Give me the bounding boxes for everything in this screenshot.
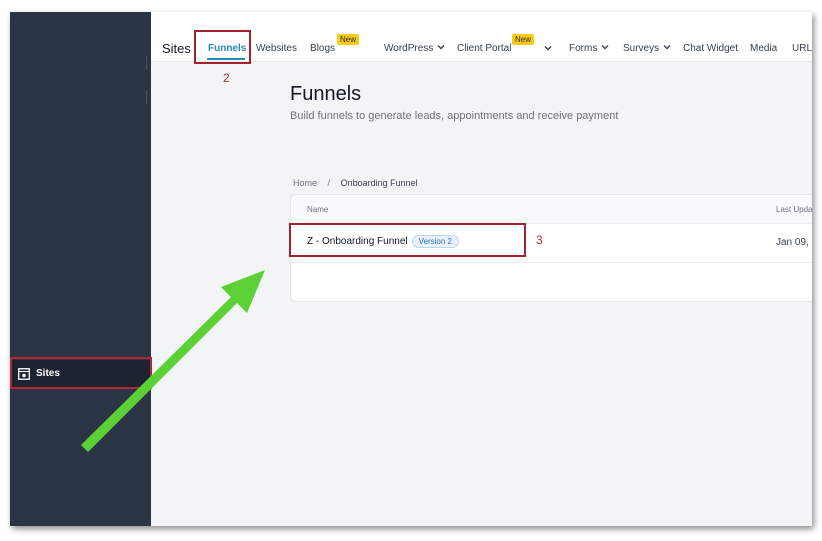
green-arrow-annotation xyxy=(81,270,265,452)
app-window: Sites Sites Funnels Websites Blogs New W… xyxy=(10,12,812,526)
